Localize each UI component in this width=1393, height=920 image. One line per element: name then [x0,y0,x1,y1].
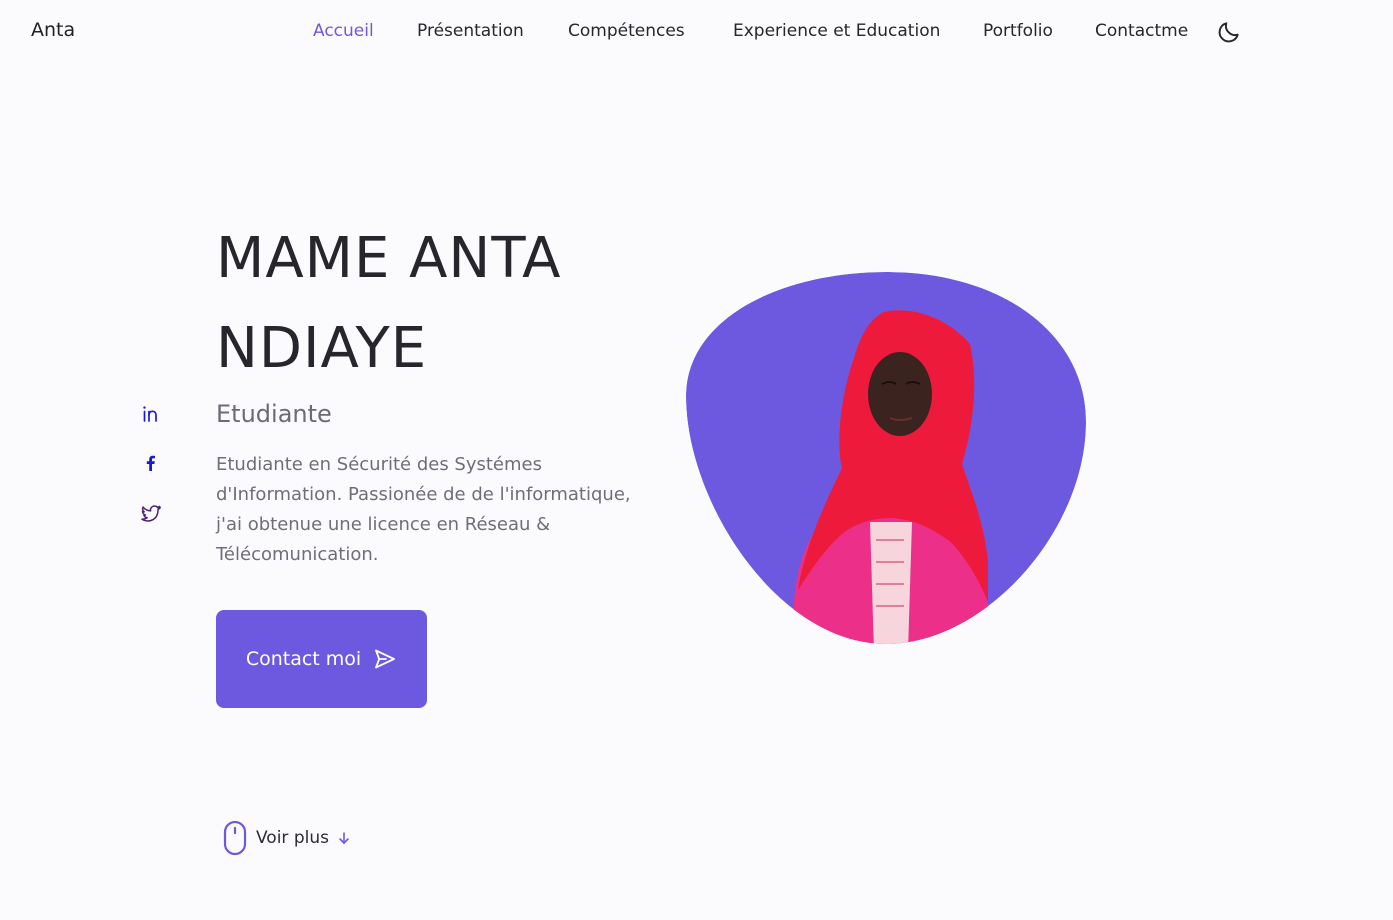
nav-link-experience[interactable]: Experience et Education [733,21,940,41]
hero-description: Etudiante en Sécurité des Systémes d'Inf… [216,454,631,565]
hero-subtitle: Etudiante [216,400,332,428]
nav-link-presentation[interactable]: Présentation [417,21,524,41]
contact-button-label: Contact moi [245,648,362,670]
scroll-down-link[interactable]: Voir plus [222,820,351,856]
nav-link-competences[interactable]: Compétences [568,21,685,41]
twitter-icon[interactable] [138,500,164,526]
moon-icon[interactable] [1216,19,1242,45]
contact-button[interactable]: Contact moi [216,610,427,708]
mouse-icon [222,820,248,856]
scroll-down-label: Voir plus [256,828,329,848]
header: Anta Accueil Présentation Compétences Ex… [0,0,1393,64]
profile-photo [686,272,1086,644]
hero-title-line-2: NDIAYE [216,316,428,381]
nav-link-contact[interactable]: Contactme [1095,21,1188,41]
facebook-icon[interactable] [138,450,164,476]
linkedin-icon[interactable] [138,401,164,427]
profile-blob [686,272,1088,646]
send-icon [373,647,397,671]
hero-title-line-1: MAME ANTA [216,226,562,291]
main-nav: Accueil Présentation Compétences Experie… [0,21,1393,45]
arrow-down-icon [337,831,351,845]
nav-link-portfolio[interactable]: Portfolio [983,21,1053,41]
nav-link-accueil[interactable]: Accueil [313,21,374,41]
